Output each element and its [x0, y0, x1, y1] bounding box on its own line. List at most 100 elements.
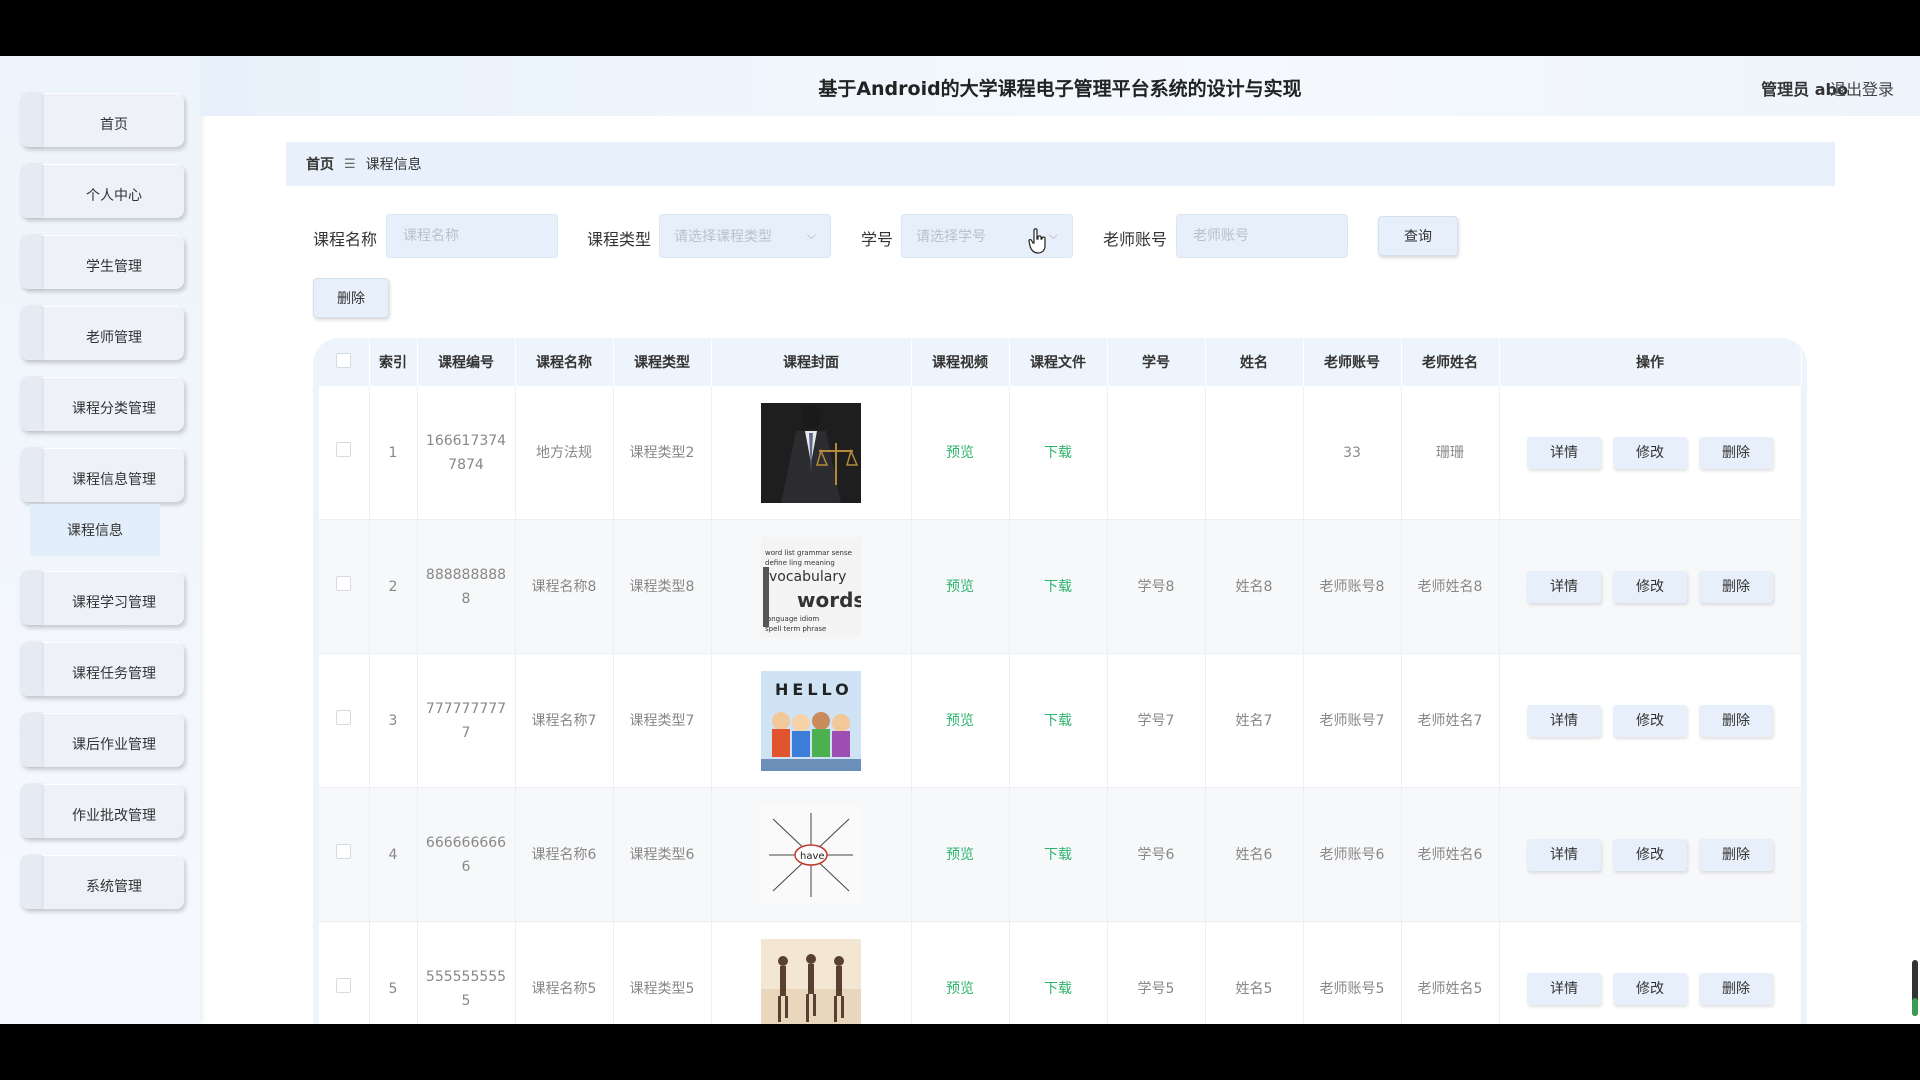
sidebar-item-grading[interactable]: 作业批改管理 [20, 784, 184, 838]
row-checkbox[interactable] [336, 843, 352, 859]
sidebar-item-students[interactable]: 学生管理 [20, 235, 184, 289]
have-wordmap-image[interactable]: have [761, 804, 861, 905]
detail-button[interactable]: 详情 [1527, 570, 1601, 603]
download-link[interactable]: 下载 [1044, 713, 1072, 729]
course-type-select[interactable]: 请选择课程类型 ⌵ [659, 214, 831, 258]
cover-text: have [800, 851, 825, 862]
column-header: 课程名称 [515, 338, 614, 386]
breadcrumb-home[interactable]: 首页 [306, 154, 334, 174]
download-link[interactable]: 下载 [1044, 579, 1072, 595]
type-cell: 课程类型7 [613, 653, 712, 788]
code-line: 8 [461, 590, 471, 607]
logout-link[interactable]: 退出登录 [1830, 76, 1894, 100]
delete-button[interactable]: 删除 [1699, 838, 1773, 871]
course-name-input[interactable] [401, 227, 557, 245]
sidebar-item-label: 个人中心 [86, 188, 142, 204]
student-no-cell [1107, 386, 1206, 520]
teacher-account-cell: 老师账号7 [1303, 653, 1402, 788]
row-checkbox[interactable] [336, 575, 352, 591]
teacher-account-cell: 老师账号8 [1303, 519, 1402, 654]
edit-button[interactable]: 修改 [1613, 838, 1687, 871]
sidebar-item-label: 学生管理 [86, 259, 142, 275]
sidebar-item-course-study[interactable]: 课程学习管理 [20, 571, 184, 625]
chevron-down-icon: ⌵ [806, 228, 816, 242]
file-cell: 下载 [1009, 653, 1108, 788]
detail-button[interactable]: 详情 [1527, 436, 1601, 469]
sidebar-item-system[interactable]: 系统管理 [20, 855, 184, 909]
select-all-checkbox[interactable] [336, 352, 352, 368]
row-checkbox[interactable] [336, 441, 352, 457]
sidebar-item-course-task[interactable]: 课程任务管理 [20, 642, 184, 696]
teacher-account-input[interactable] [1191, 227, 1347, 245]
column-header: 课程封面 [711, 338, 912, 386]
column-header: 老师账号 [1303, 338, 1402, 386]
delete-button[interactable]: 删除 [1699, 972, 1773, 1005]
code-line: 7874 [448, 456, 484, 473]
justice-scale-image[interactable] [761, 402, 861, 503]
submenu-item-course-info[interactable]: 课程信息 [30, 504, 160, 556]
cover-cell [711, 386, 912, 520]
sidebar-item-home[interactable]: 首页 [20, 93, 184, 147]
edit-button[interactable]: 修改 [1613, 436, 1687, 469]
sidebar-item-teachers[interactable]: 老师管理 [20, 306, 184, 360]
detail-button[interactable]: 详情 [1527, 838, 1601, 871]
index-cell: 1 [369, 386, 418, 520]
student-no-label: 学号 [861, 230, 894, 249]
sidebar-item-label: 系统管理 [86, 879, 142, 895]
code-cell: 888888888 8 [417, 519, 516, 654]
download-link[interactable]: 下载 [1044, 847, 1072, 863]
course-type-placeholder: 请选择课程类型 [674, 229, 772, 245]
teacher-account-label: 老师账号 [1103, 230, 1168, 249]
detail-button[interactable]: 详情 [1527, 704, 1601, 737]
sidebar-item-personal-center[interactable]: 个人中心 [20, 164, 184, 218]
detail-button[interactable]: 详情 [1527, 972, 1601, 1005]
cover-cell: have [711, 787, 912, 922]
teacher-account-cell: 老师账号6 [1303, 787, 1402, 922]
download-link[interactable]: 下载 [1044, 445, 1072, 461]
download-link[interactable]: 下载 [1044, 981, 1072, 997]
actions-cell: 详情 修改 删除 [1499, 653, 1802, 788]
preview-link[interactable]: 预览 [946, 981, 974, 997]
delete-button[interactable]: 删除 [1699, 570, 1773, 603]
type-cell: 课程类型8 [613, 519, 712, 654]
edit-button[interactable]: 修改 [1613, 704, 1687, 737]
edit-button[interactable]: 修改 [1613, 570, 1687, 603]
teacher-name-cell: 老师姓名8 [1401, 519, 1500, 654]
batch-delete-button[interactable]: 删除 [313, 278, 389, 318]
delete-button[interactable]: 删除 [1699, 704, 1773, 737]
teacher-name-cell: 老师姓名5 [1401, 921, 1500, 1024]
preview-link[interactable]: 预览 [946, 713, 974, 729]
student-no-cell: 学号7 [1107, 653, 1206, 788]
sidebar-item-label: 首页 [100, 117, 128, 133]
cover-cell: HELLO [711, 653, 912, 788]
course-table: 索引 课程编号 课程名称 课程类型 课程封面 课程视频 课程文件 学号 姓名 老… [319, 338, 1802, 1024]
student-no-cell: 学号8 [1107, 519, 1206, 654]
sidebar-item-course-category[interactable]: 课程分类管理 [20, 377, 184, 431]
sidebar-item-homework[interactable]: 课后作业管理 [20, 713, 184, 767]
name-cell: 课程名称5 [515, 921, 614, 1024]
code-line: 166617374 [425, 432, 507, 449]
column-header: 课程编号 [417, 338, 516, 386]
sidebar-item-label: 课程学习管理 [72, 595, 156, 611]
delete-button[interactable]: 删除 [1699, 436, 1773, 469]
preview-link[interactable]: 预览 [946, 579, 974, 595]
student-name-cell [1205, 386, 1304, 520]
hello-kids-image[interactable]: HELLO [761, 670, 861, 771]
svg-text:spell term phrase: spell term phrase [765, 625, 826, 633]
row-checkbox[interactable] [336, 977, 352, 993]
sidebar-item-course-info[interactable]: 课程信息管理 [20, 448, 184, 502]
preview-link[interactable]: 预览 [946, 847, 974, 863]
edit-button[interactable]: 修改 [1613, 972, 1687, 1005]
svg-text:language idiom: language idiom [765, 615, 819, 623]
code-cell: 555555555 5 [417, 921, 516, 1024]
runners-image[interactable] [761, 938, 861, 1025]
vocabulary-words-image[interactable]: word list grammar sense define ling mean… [761, 536, 861, 637]
type-cell: 课程类型6 [613, 787, 712, 922]
preview-link[interactable]: 预览 [946, 445, 974, 461]
course-name-field[interactable] [386, 214, 558, 258]
page-scrollbar[interactable] [1912, 960, 1918, 1016]
teacher-account-field[interactable] [1176, 214, 1348, 258]
query-button[interactable]: 查询 [1378, 216, 1458, 256]
column-header: 课程类型 [613, 338, 712, 386]
row-checkbox[interactable] [336, 709, 352, 725]
